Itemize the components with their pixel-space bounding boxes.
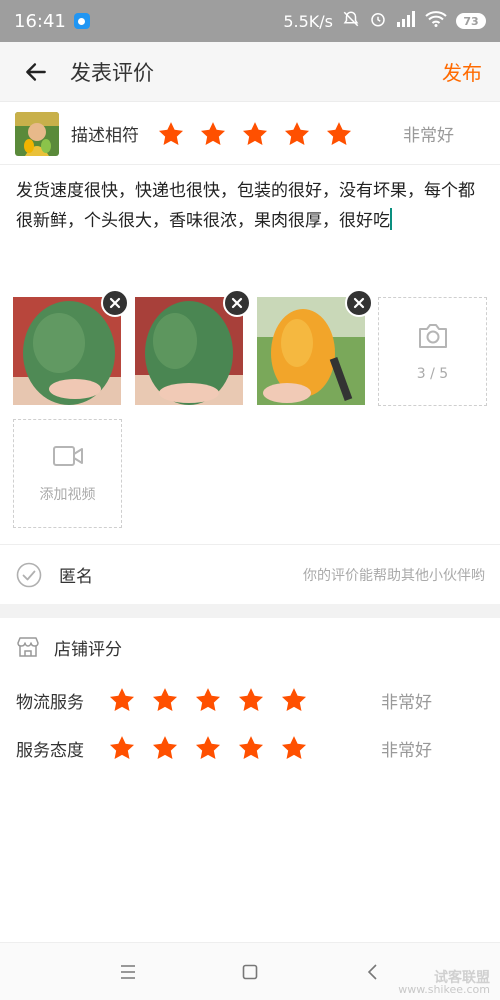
watermark-url: www.shikee.com — [398, 983, 490, 996]
signal-icon — [396, 11, 416, 31]
description-rating-level: 非常好 — [403, 126, 454, 146]
video-camera-icon — [52, 445, 83, 466]
star-icon[interactable] — [325, 120, 353, 148]
menu-button[interactable] — [108, 952, 148, 992]
service-rating-row: 服务态度 非常好 — [0, 724, 500, 772]
network-speed: 5.5K/s — [283, 11, 333, 31]
watermark: 试客联盟 www.shikee.com — [398, 971, 490, 996]
star-icon[interactable] — [199, 120, 227, 148]
photo-thumbnail[interactable] — [13, 289, 129, 405]
alarm-icon — [369, 10, 387, 32]
add-photo-button[interactable]: 3 / 5 — [378, 297, 487, 406]
star-icon[interactable] — [237, 734, 265, 762]
mute-icon — [342, 10, 360, 32]
text-cursor — [390, 208, 392, 230]
page-title: 发表评价 — [70, 60, 154, 85]
star-icon[interactable] — [157, 120, 185, 148]
close-icon — [231, 297, 243, 309]
logistics-level: 非常好 — [381, 692, 432, 713]
star-icon[interactable] — [108, 686, 136, 714]
service-stars — [108, 734, 308, 762]
review-textarea[interactable]: 发货速度很快，快递也很快，包装的很好，没有坏果，每个都很新鲜，个头很大，香味很浓… — [16, 176, 490, 236]
close-icon — [353, 297, 365, 309]
status-time: 16:41 — [14, 10, 66, 32]
remove-photo-button[interactable] — [223, 289, 251, 317]
star-icon[interactable] — [280, 734, 308, 762]
star-icon[interactable] — [280, 686, 308, 714]
home-button[interactable] — [230, 952, 270, 992]
notification-app-icon — [73, 13, 90, 29]
back-arrow-icon — [26, 62, 46, 81]
status-right: 5.5K/s 73 — [283, 10, 486, 32]
logistics-stars — [108, 686, 308, 714]
remove-photo-button[interactable] — [345, 289, 373, 317]
battery-icon: 73 — [456, 13, 486, 29]
check-circle-icon[interactable] — [16, 562, 42, 588]
camera-icon — [418, 323, 447, 348]
close-icon — [109, 297, 121, 309]
star-icon[interactable] — [237, 686, 265, 714]
back-button[interactable] — [12, 48, 60, 96]
star-icon[interactable] — [108, 734, 136, 762]
star-icon[interactable] — [283, 120, 311, 148]
section-divider — [0, 604, 500, 618]
remove-photo-button[interactable] — [101, 289, 129, 317]
anonymous-label: 匿名 — [59, 567, 93, 587]
star-icon[interactable] — [194, 686, 222, 714]
status-bar: 16:41 5.5K/s 73 — [0, 0, 500, 42]
star-icon[interactable] — [151, 686, 179, 714]
menu-icon — [121, 964, 135, 979]
nav-back-button[interactable] — [352, 952, 392, 992]
logistics-label: 物流服务 — [16, 692, 84, 713]
star-icon[interactable] — [151, 734, 179, 762]
home-square-icon — [242, 964, 258, 979]
star-icon[interactable] — [194, 734, 222, 762]
photo-count: 3 / 5 — [416, 365, 449, 382]
chevron-left-icon — [367, 963, 377, 980]
shop-rating-title: 店铺评分 — [54, 639, 122, 660]
shop-rating-header: 店铺评分 — [0, 618, 500, 676]
description-rating-row: 描述相符 非常好 — [0, 103, 500, 165]
header-bar: 发表评价 发布 — [0, 42, 500, 102]
logistics-rating-row: 物流服务 非常好 — [0, 676, 500, 724]
description-stars — [157, 120, 353, 148]
add-video-button[interactable]: 添加视频 — [13, 419, 122, 528]
write-review-page: 16:41 5.5K/s 73 发表评价 发布 描述相符 非常好 发货速度很快，… — [0, 0, 500, 1000]
star-icon[interactable] — [241, 120, 269, 148]
anonymous-hint: 你的评价能帮助其他小伙伴哟 — [303, 567, 485, 584]
description-rating-label: 描述相符 — [71, 126, 139, 146]
publish-button[interactable]: 发布 — [442, 57, 482, 86]
wifi-icon — [425, 11, 447, 31]
product-thumbnail — [15, 111, 59, 156]
photo-thumbnail[interactable] — [135, 289, 251, 405]
anonymous-row[interactable]: 匿名 你的评价能帮助其他小伙伴哟 — [0, 544, 500, 604]
service-label: 服务态度 — [16, 740, 84, 761]
review-text: 发货速度很快，快递也很快，包装的很好，没有坏果，每个都很新鲜，个头很大，香味很浓… — [16, 181, 475, 231]
service-level: 非常好 — [381, 740, 432, 761]
add-video-label: 添加视频 — [39, 486, 96, 503]
store-icon — [17, 637, 39, 657]
photo-thumbnail[interactable] — [257, 289, 373, 405]
media-grid: 3 / 5 添加视频 — [13, 289, 493, 537]
